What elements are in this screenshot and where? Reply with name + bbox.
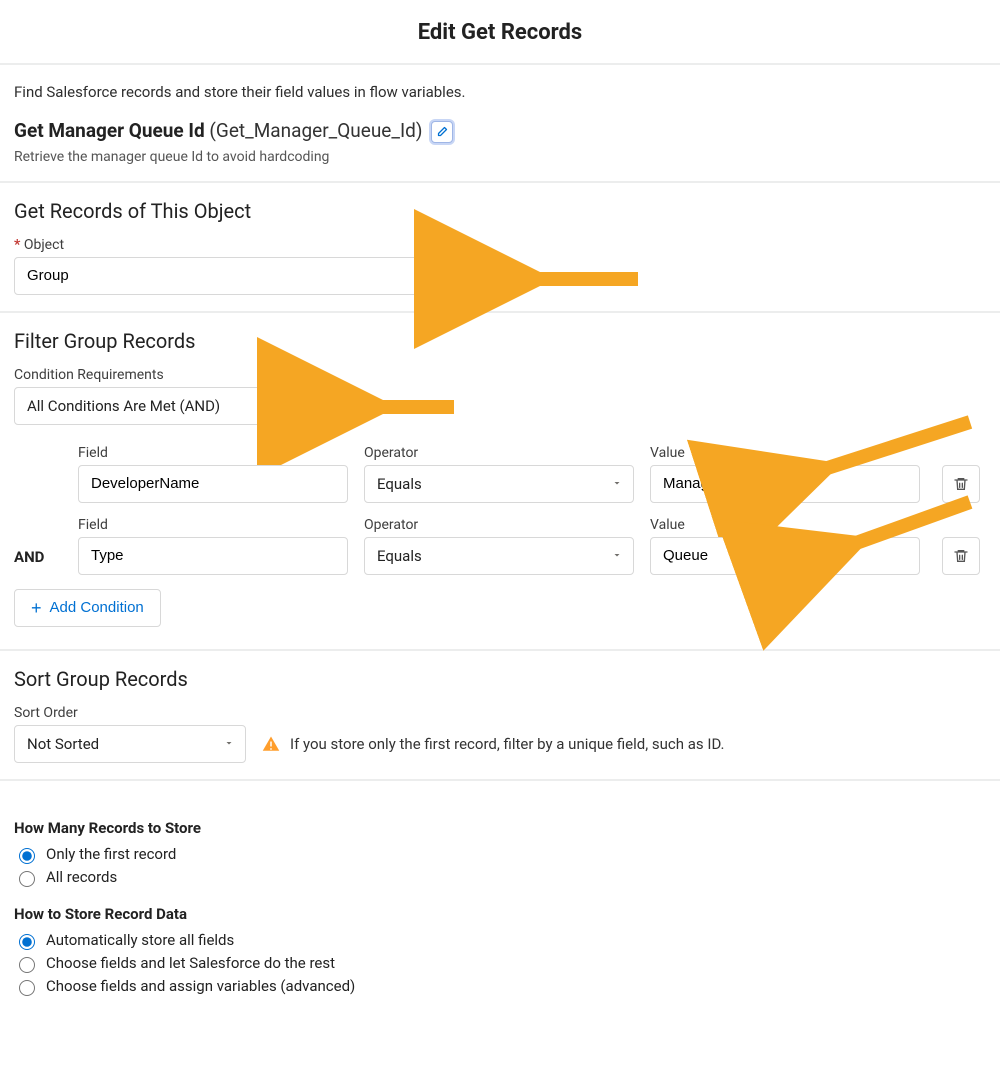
condition-field-input[interactable] bbox=[78, 465, 348, 503]
add-condition-button[interactable]: + Add Condition bbox=[14, 589, 161, 627]
element-label: Get Manager Queue Id bbox=[14, 119, 205, 142]
element-api-name: (Get_Manager_Queue_Id) bbox=[209, 119, 422, 142]
radio-first-record[interactable]: Only the first record bbox=[14, 845, 986, 864]
object-input[interactable] bbox=[14, 257, 484, 295]
edit-name-button[interactable] bbox=[431, 121, 453, 143]
field-label: Field bbox=[78, 445, 348, 461]
radio-label: All records bbox=[46, 868, 117, 886]
delete-condition-button[interactable] bbox=[942, 465, 980, 503]
radio-input[interactable] bbox=[19, 980, 35, 996]
plus-icon: + bbox=[31, 599, 42, 617]
chevron-down-icon bbox=[611, 475, 623, 493]
object-section: Get Records of This Object Object bbox=[0, 183, 1000, 313]
sort-section: Sort Group Records Sort Order Not Sorted… bbox=[0, 651, 1000, 781]
radio-auto-store[interactable]: Automatically store all fields bbox=[14, 931, 986, 950]
radio-input[interactable] bbox=[19, 871, 35, 887]
value-label: Value bbox=[650, 445, 920, 461]
trash-icon bbox=[953, 548, 969, 564]
trash-icon bbox=[953, 476, 969, 492]
operator-value: Equals bbox=[377, 475, 422, 493]
chevron-down-icon bbox=[611, 547, 623, 565]
condition-operator-select[interactable]: Equals bbox=[364, 537, 634, 575]
radio-label: Only the first record bbox=[46, 845, 176, 863]
condition-value-input[interactable] bbox=[650, 537, 920, 575]
object-field-label: Object bbox=[14, 237, 484, 253]
object-section-heading: Get Records of This Object bbox=[14, 199, 986, 223]
and-label: AND bbox=[14, 548, 62, 575]
radio-input[interactable] bbox=[19, 957, 35, 973]
field-label: Field bbox=[78, 517, 348, 533]
condition-field-input[interactable] bbox=[78, 537, 348, 575]
radio-input[interactable] bbox=[19, 848, 35, 864]
sort-warning: If you store only the first record, filt… bbox=[262, 735, 725, 753]
record-count-heading: How Many Records to Store bbox=[14, 819, 986, 837]
sort-section-heading: Sort Group Records bbox=[14, 667, 986, 691]
chevron-down-icon bbox=[223, 735, 235, 753]
warning-icon bbox=[262, 735, 280, 753]
operator-value: Equals bbox=[377, 547, 422, 565]
radio-label: Choose fields and assign variables (adva… bbox=[46, 977, 355, 995]
value-label: Value bbox=[650, 517, 920, 533]
condition-req-label: Condition Requirements bbox=[14, 367, 986, 383]
sort-order-value: Not Sorted bbox=[27, 735, 99, 753]
radio-label: Automatically store all fields bbox=[46, 931, 234, 949]
radio-choose-assign[interactable]: Choose fields and assign variables (adva… bbox=[14, 977, 986, 996]
condition-operator-select[interactable]: Equals bbox=[364, 465, 634, 503]
store-data-heading: How to Store Record Data bbox=[14, 905, 986, 923]
modal-title: Edit Get Records bbox=[0, 0, 1000, 65]
pencil-icon bbox=[436, 126, 448, 138]
condition-req-value: All Conditions Are Met (AND) bbox=[27, 397, 220, 415]
intro-description: Find Salesforce records and store their … bbox=[14, 83, 986, 101]
add-condition-label: Add Condition bbox=[50, 599, 144, 616]
element-help-text: Retrieve the manager queue Id to avoid h… bbox=[14, 149, 986, 165]
sort-warning-text: If you store only the first record, filt… bbox=[290, 735, 725, 753]
condition-row: Field Operator Equals Value bbox=[14, 445, 986, 503]
element-name-row: Get Manager Queue Id (Get_Manager_Queue_… bbox=[14, 119, 986, 143]
radio-choose-fields[interactable]: Choose fields and let Salesforce do the … bbox=[14, 954, 986, 973]
sort-order-select[interactable]: Not Sorted bbox=[14, 725, 246, 763]
operator-label: Operator bbox=[364, 517, 634, 533]
radio-label: Choose fields and let Salesforce do the … bbox=[46, 954, 335, 972]
chevron-down-icon bbox=[316, 397, 328, 415]
sort-order-label: Sort Order bbox=[14, 705, 986, 721]
filter-section-heading: Filter Group Records bbox=[14, 329, 986, 353]
condition-value-input[interactable] bbox=[650, 465, 920, 503]
radio-all-records[interactable]: All records bbox=[14, 868, 986, 887]
condition-row: AND Field Operator Equals Value bbox=[14, 517, 986, 575]
intro-section: Find Salesforce records and store their … bbox=[0, 65, 1000, 183]
store-section: How Many Records to Store Only the first… bbox=[0, 781, 1000, 1016]
operator-label: Operator bbox=[364, 445, 634, 461]
radio-input[interactable] bbox=[19, 934, 35, 950]
delete-condition-button[interactable] bbox=[942, 537, 980, 575]
annotation-arrow bbox=[354, 387, 464, 427]
filter-section: Filter Group Records Condition Requireme… bbox=[0, 313, 1000, 651]
condition-req-select[interactable]: All Conditions Are Met (AND) bbox=[14, 387, 339, 425]
